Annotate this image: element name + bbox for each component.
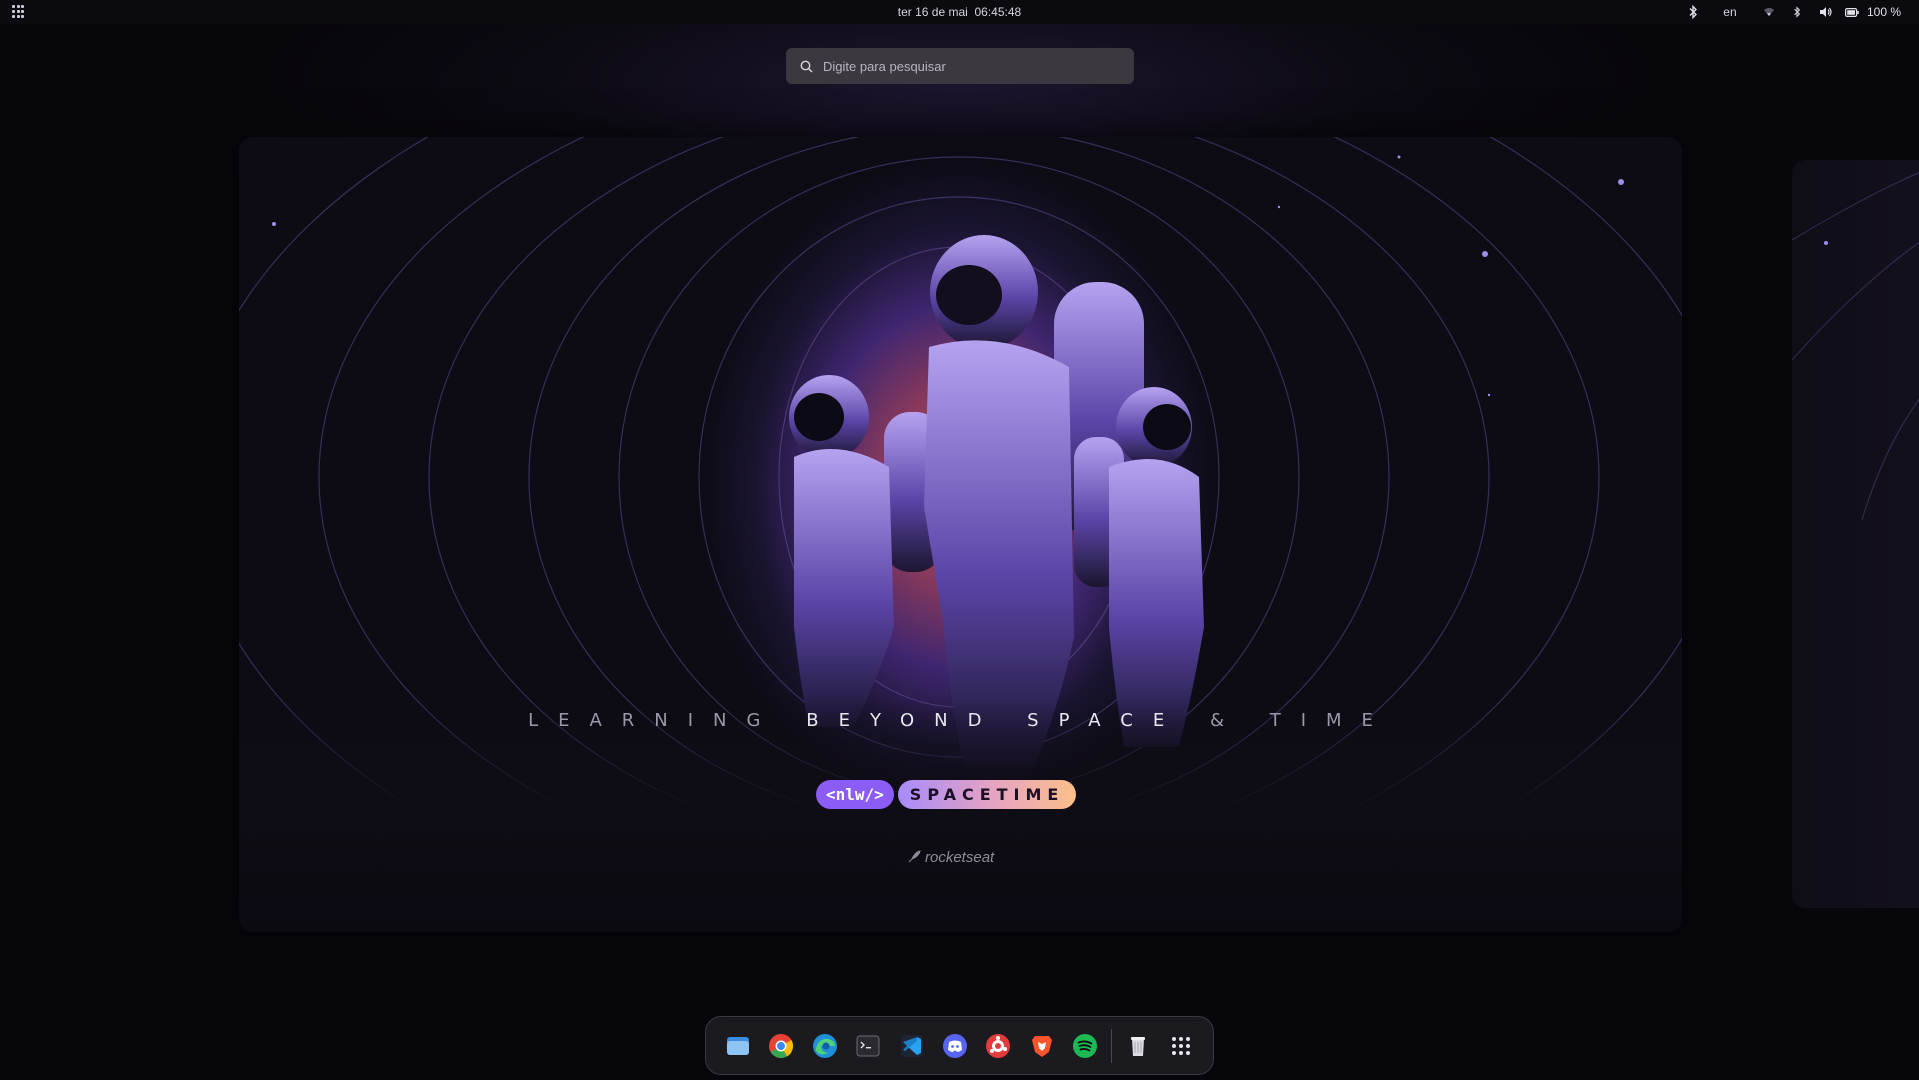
rocketseat-logo: rocketseat [907,847,1017,867]
dock-terminal[interactable] [846,1024,889,1068]
bluetooth-status-icon[interactable] [1783,3,1811,21]
tagline-part-2: BEYOND SPACE [806,710,1185,731]
vscode-icon [900,1034,923,1057]
search-input[interactable] [823,58,1113,74]
dock-files[interactable] [716,1024,759,1068]
astronauts-illustration [789,235,1204,767]
clock-date[interactable]: ter 16 de mai [898,5,968,19]
search-icon [800,60,813,73]
show-apps-icon [1172,1036,1191,1055]
next-workspace-rings [1792,172,1919,521]
desktop-overview: ter 16 de mai 06:45:48 en 100 % Digite p… [0,0,1919,1080]
rocket-icon [908,850,921,863]
clock-time[interactable]: 06:45:48 [975,5,1022,19]
trash-icon [1130,1036,1145,1056]
dock-edge[interactable] [803,1024,846,1068]
system-tray: en 100 % [1681,3,1901,21]
volume-icon[interactable] [1811,3,1841,21]
chrome-icon [769,1033,794,1058]
bluetooth-icon[interactable] [1681,3,1705,21]
dock-discord[interactable] [933,1024,976,1068]
spotify-icon [1073,1033,1098,1058]
dock [705,1016,1214,1075]
activities-grid-icon[interactable] [12,5,26,19]
dock-trash[interactable] [1116,1024,1159,1068]
wallpaper-tagline: LEARNING BEYOND SPACE & TIME [239,710,1682,731]
spacetime-badge: SPACETIME [897,780,1077,809]
workspace-thumbnail[interactable]: LEARNING BEYOND SPACE & TIME <nlw/> SPAC… [239,137,1682,932]
edge-icon [812,1033,837,1058]
dock-separator [1111,1028,1113,1063]
nlw-code-badge: <nlw/> [816,780,894,809]
discord-icon [942,1033,967,1058]
battery-icon[interactable] [1841,3,1863,21]
battery-percentage[interactable]: 100 % [1863,3,1901,21]
wifi-icon[interactable] [1755,3,1783,21]
rocketseat-wordmark: rocketseat [925,848,995,866]
figma-icon [986,1033,1011,1058]
dock-show-apps[interactable] [1160,1024,1203,1068]
files-icon [726,1036,749,1055]
ground-fade [239,697,1682,932]
top-bar: ter 16 de mai 06:45:48 en 100 % [0,0,1919,24]
tagline-part-1: LEARNING [528,710,781,731]
terminal-icon [856,1035,880,1056]
tagline-part-3: & TIME [1209,710,1393,731]
next-workspace-thumbnail[interactable] [1792,160,1919,908]
dock-spotify[interactable] [1064,1024,1107,1068]
dock-brave[interactable] [1020,1024,1063,1068]
search-bar[interactable] [786,48,1134,84]
dock-figma[interactable] [977,1024,1020,1068]
brave-icon [1031,1035,1052,1057]
clock: ter 16 de mai 06:45:48 [0,5,1919,19]
keyboard-layout-indicator[interactable]: en [1705,3,1755,21]
dock-chrome[interactable] [759,1024,802,1068]
dock-vscode[interactable] [890,1024,933,1068]
nlw-spacetime-logo: <nlw/> SPACETIME [816,780,1077,809]
